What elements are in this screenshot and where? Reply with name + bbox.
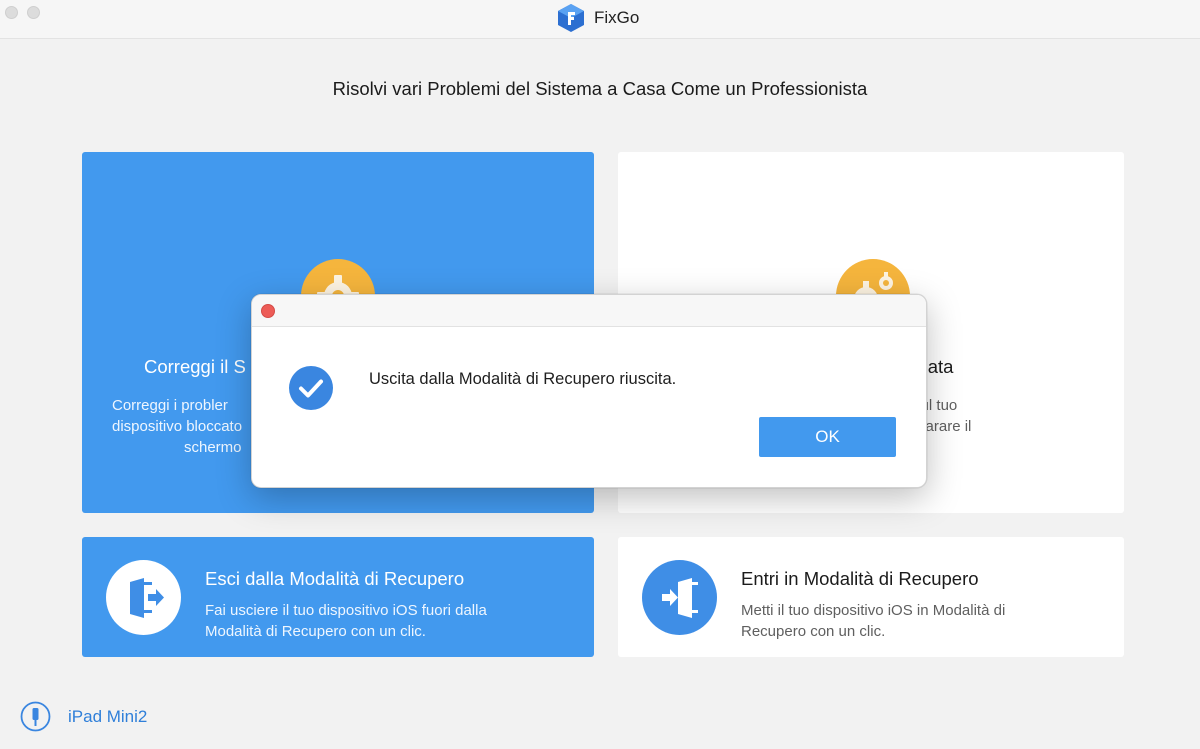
device-cable-icon — [20, 701, 51, 732]
success-dialog: Uscita dalla Modalità di Recupero riusci… — [251, 294, 927, 488]
enter-recovery-description: Metti il tuo dispositivo iOS in Modalità… — [741, 602, 1006, 640]
enter-recovery-card[interactable]: Entri in Modalità di Recupero Metti il t… — [618, 537, 1124, 657]
ok-button[interactable]: OK — [759, 417, 896, 457]
exit-recovery-card[interactable]: Esci dalla Modalità di Recupero Fai usci… — [82, 537, 594, 657]
enter-recovery-title: Entri in Modalità di Recupero — [741, 568, 979, 589]
page-headline: Risolvi vari Problemi del Sistema a Casa… — [332, 78, 868, 99]
exit-door-icon — [106, 560, 181, 635]
fixgo-logo-icon — [558, 4, 584, 32]
checkmark-circle-icon — [289, 366, 333, 410]
device-name: iPad Mini2 — [68, 707, 148, 726]
window-minimize-button[interactable] — [27, 6, 40, 19]
standard-mode-title: Correggi il S — [144, 356, 246, 377]
window-title: FixGo — [594, 8, 640, 27]
dialog-titlebar — [252, 295, 926, 327]
dialog-message: Uscita dalla Modalità di Recupero riusci… — [369, 370, 677, 388]
exit-recovery-description: Fai usciere il tuo dispositivo iOS fuori… — [205, 602, 487, 640]
standard-mode-description: Correggi i probler dispositivo bloccato … — [112, 397, 243, 456]
window-titlebar: FixGo — [0, 0, 1200, 39]
exit-recovery-title: Esci dalla Modalità di Recupero — [205, 568, 465, 589]
enter-door-icon — [642, 560, 717, 635]
window-close-button[interactable] — [5, 6, 18, 19]
dialog-close-button[interactable] — [261, 304, 275, 318]
